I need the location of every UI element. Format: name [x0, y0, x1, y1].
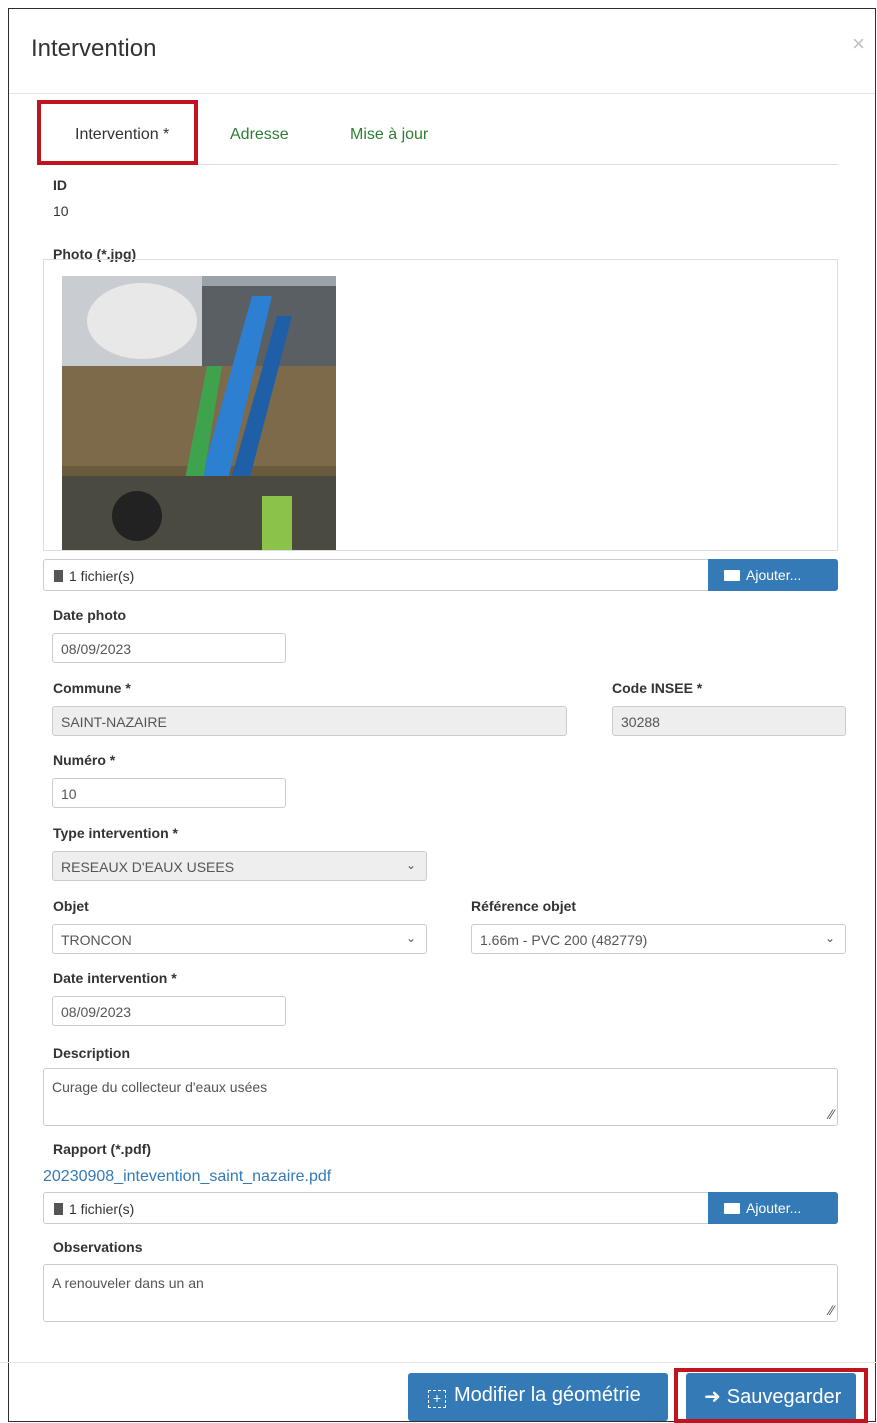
tab-mise-a-jour[interactable]: Mise à jour: [350, 126, 428, 144]
reference-objet-value: 1.66m - PVC 200 (482779): [480, 932, 648, 948]
type-intervention-value: RESEAUX D'EAUX USEES: [61, 859, 235, 875]
id-label: ID: [53, 177, 67, 193]
observations-value: A renouveler dans un an: [52, 1275, 204, 1291]
modal-header: Intervention ×: [9, 9, 875, 94]
tab-highlight-box: [37, 100, 198, 165]
save-highlight-box: [674, 1368, 868, 1423]
rapport-file-link[interactable]: 20230908_intevention_saint_nazaire.pdf: [43, 1168, 331, 1186]
type-intervention-label: Type intervention *: [53, 825, 178, 841]
id-value: 10: [53, 203, 69, 219]
chevron-down-icon: ⌄: [405, 858, 416, 872]
objet-label: Objet: [53, 898, 89, 914]
photo-add-label: Ajouter...: [746, 567, 802, 583]
type-intervention-select[interactable]: RESEAUX D'EAUX USEES ⌄: [52, 851, 427, 881]
description-value: Curage du collecteur d'eaux usées: [52, 1079, 268, 1095]
close-icon[interactable]: ×: [852, 33, 865, 55]
objet-value: TRONCON: [61, 932, 132, 948]
rapport-add-button[interactable]: Ajouter...: [708, 1192, 838, 1224]
objet-select[interactable]: TRONCON ⌄: [52, 924, 427, 954]
observations-textarea[interactable]: A renouveler dans un an ⁄⁄: [43, 1264, 838, 1322]
file-icon: [54, 1203, 63, 1215]
modify-geometry-button[interactable]: + Modifier la géométrie: [408, 1373, 668, 1421]
photo-file-input[interactable]: 1 fichier(s) Ajouter...: [43, 559, 838, 591]
insee-label: Code INSEE *: [612, 680, 703, 696]
resize-handle-icon[interactable]: ⁄⁄: [829, 1106, 834, 1122]
observations-label: Observations: [53, 1239, 143, 1255]
folder-icon: [724, 570, 740, 581]
modify-geometry-label: Modifier la géométrie: [454, 1384, 641, 1406]
commune-label: Commune *: [53, 680, 131, 696]
folder-icon: [724, 1203, 740, 1214]
photo-preview-box: [43, 259, 838, 551]
insee-input: 30288: [612, 706, 846, 736]
reference-objet-select[interactable]: 1.66m - PVC 200 (482779) ⌄: [471, 924, 846, 954]
rapport-files-text: 1 fichier(s): [69, 1201, 135, 1217]
commune-input: SAINT-NAZAIRE: [52, 706, 567, 736]
numero-input[interactable]: 10: [52, 778, 286, 808]
file-icon: [54, 570, 63, 582]
rapport-add-label: Ajouter...: [746, 1200, 802, 1216]
reference-objet-label: Référence objet: [471, 898, 577, 914]
numero-label: Numéro *: [53, 752, 116, 768]
rapport-file-count: 1 fichier(s): [54, 1201, 134, 1217]
description-textarea[interactable]: Curage du collecteur d'eaux usées ⁄⁄: [43, 1068, 838, 1126]
modal-title: Intervention: [31, 35, 157, 62]
photo-add-button[interactable]: Ajouter...: [708, 559, 838, 591]
date-intervention-label: Date intervention *: [53, 970, 177, 986]
resize-handle-icon[interactable]: ⁄⁄: [829, 1302, 834, 1318]
date-intervention-input[interactable]: 08/09/2023: [52, 996, 286, 1026]
rapport-label: Rapport (*.pdf): [53, 1141, 151, 1157]
tab-adresse[interactable]: Adresse: [230, 126, 289, 144]
date-photo-label: Date photo: [53, 607, 127, 623]
date-photo-input[interactable]: 08/09/2023: [52, 633, 286, 663]
geometry-edit-icon: +: [428, 1390, 446, 1408]
photo-files-text: 1 fichier(s): [69, 568, 135, 584]
photo-thumbnail[interactable]: [62, 276, 336, 550]
description-label: Description: [53, 1045, 131, 1061]
chevron-down-icon: ⌄: [405, 931, 416, 945]
rapport-file-input[interactable]: 1 fichier(s) Ajouter...: [43, 1192, 838, 1224]
photo-file-count: 1 fichier(s): [54, 568, 134, 584]
chevron-down-icon: ⌄: [824, 931, 835, 945]
